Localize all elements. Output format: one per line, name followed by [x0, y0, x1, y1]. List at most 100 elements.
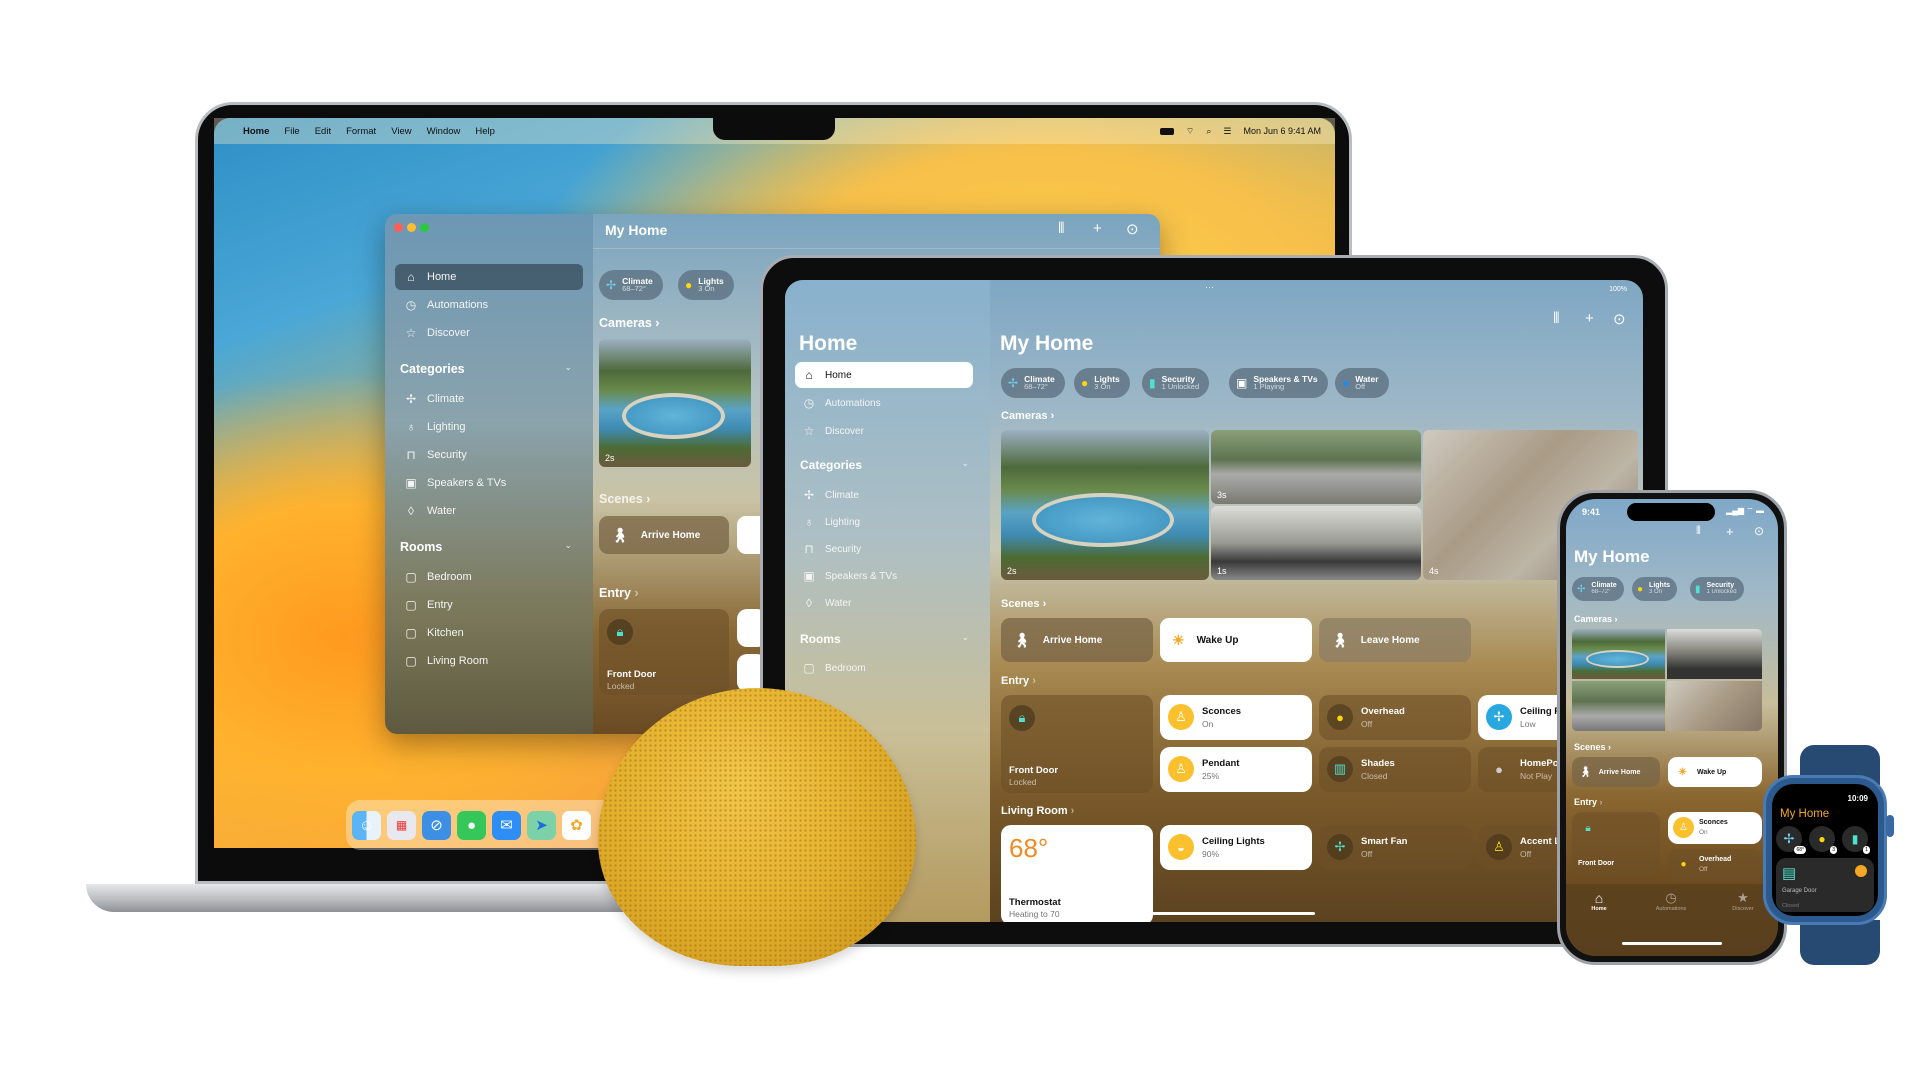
menu-view[interactable]: View: [391, 126, 411, 137]
categories-header[interactable]: Categories ⌄: [800, 458, 975, 472]
sidebar-item-home[interactable]: ⌂ Home: [795, 362, 973, 388]
status-pill-speakers[interactable]: ▣ Speakers & TVs 1 Playing: [1229, 368, 1328, 398]
menu-format[interactable]: Format: [346, 126, 376, 137]
sidebar-item-security[interactable]: ⊓ Security: [395, 442, 583, 468]
scene-arrive-home[interactable]: 🚶︎ Arrive Home: [1001, 618, 1153, 662]
tile-front-door[interactable]: 🔒︎ Front Door Locked: [1001, 695, 1153, 793]
minimize-window-button[interactable]: [407, 223, 416, 232]
multitask-dots[interactable]: ···: [1205, 282, 1214, 292]
tile-ceiling-lights[interactable]: ◒ Ceiling Lights 90%: [1160, 825, 1312, 870]
launchpad-icon[interactable]: ▦: [387, 810, 416, 840]
battery-icon[interactable]: [1159, 127, 1174, 135]
menubar-clock[interactable]: Mon Jun 6 9:41 AM: [1243, 126, 1321, 136]
add-icon[interactable]: +: [1726, 524, 1734, 539]
status-pill-climate[interactable]: ✢ Climate 68–72°: [599, 270, 663, 300]
entry-header[interactable]: Entry ›: [1001, 675, 1036, 687]
sidebar-item-automations[interactable]: ◷ Automations: [795, 390, 973, 416]
sidebar-item-climate[interactable]: ✢ Climate: [395, 386, 583, 412]
search-icon[interactable]: ⌕: [1206, 126, 1211, 137]
sidebar-item-speakers[interactable]: ▣ Speakers & TVs: [395, 470, 583, 496]
tile-overhead[interactable]: ● Overhead Off: [1319, 695, 1471, 740]
tab-discover[interactable]: ★ Discover: [1726, 890, 1760, 912]
mail-icon[interactable]: ✉: [492, 810, 521, 840]
wifi-icon[interactable]: ⌔: [1186, 126, 1194, 137]
messages-icon[interactable]: ●: [457, 810, 486, 840]
cameras-header[interactable]: Cameras ›: [1001, 410, 1054, 422]
intercom-icon[interactable]: ⦀: [1696, 525, 1701, 538]
entry-header[interactable]: Entry ›: [599, 586, 639, 600]
scenes-header[interactable]: Scenes ›: [1001, 598, 1046, 610]
scenes-header[interactable]: Scenes ›: [1574, 742, 1611, 752]
camera-feed-pool[interactable]: 2s: [1001, 430, 1209, 580]
scene-arrive-home[interactable]: 🚶︎ Arrive Home: [1572, 757, 1660, 787]
sidebar-item-speakers[interactable]: ▣ Speakers & TVs: [795, 563, 973, 589]
sidebar-item-water[interactable]: ◊ Water: [395, 498, 583, 524]
status-pill-climate[interactable]: ✢ Climate 68–72°: [1572, 577, 1624, 601]
camera-feed-driveway[interactable]: 3s: [1211, 430, 1421, 504]
status-pill-lights[interactable]: ● Lights 3 On: [1074, 368, 1130, 398]
camera-feed-garage[interactable]: 1s: [1211, 506, 1421, 580]
camera-feed-driveway[interactable]: [1572, 681, 1665, 731]
camera-feed-living-room[interactable]: [1667, 681, 1762, 731]
sidebar-item-home[interactable]: ⌂ Home: [395, 264, 583, 290]
sidebar-item-bedroom[interactable]: ▢ Bedroom: [395, 564, 583, 590]
safari-icon[interactable]: ⊘: [422, 810, 451, 840]
zoom-window-button[interactable]: [420, 223, 429, 232]
tile-front-door[interactable]: 🔒︎ Front Door Locked: [599, 609, 729, 695]
control-center-icon[interactable]: ☰: [1223, 126, 1231, 137]
home-indicator[interactable]: [1150, 912, 1315, 915]
add-icon[interactable]: +: [1585, 310, 1594, 327]
tile-sconces[interactable]: ♙ Sconces On: [1160, 695, 1312, 740]
menu-file[interactable]: File: [284, 126, 299, 137]
sidebar-item-security[interactable]: ⊓ Security: [795, 536, 973, 562]
more-icon[interactable]: ⊙: [1754, 524, 1764, 538]
sidebar-item-lighting[interactable]: ♁ Lighting: [395, 414, 583, 440]
digital-crown[interactable]: [1886, 815, 1894, 837]
finder-icon[interactable]: ☺: [352, 810, 381, 840]
sidebar-item-discover[interactable]: ☆ Discover: [395, 320, 583, 346]
watch-lights-button[interactable]: ● 3: [1809, 826, 1837, 854]
sidebar-item-entry[interactable]: ▢ Entry: [395, 592, 583, 618]
sidebar-item-automations[interactable]: ◷ Automations: [395, 292, 583, 318]
scene-wake-up[interactable]: ☀ Wake Up: [1668, 757, 1762, 787]
cameras-header[interactable]: Cameras ›: [1574, 614, 1618, 624]
sidebar-item-discover[interactable]: ☆ Discover: [795, 418, 973, 444]
tile-thermostat[interactable]: 68° Thermostat Heating to 70: [1001, 825, 1153, 922]
status-pill-security[interactable]: ▮ Security 1 Unlocked: [1690, 577, 1744, 601]
camera-feed-pool[interactable]: 2s: [599, 339, 751, 467]
status-pill-lights[interactable]: ● Lights 3 On: [1632, 577, 1678, 601]
categories-header[interactable]: Categories ⌄: [400, 362, 580, 376]
status-pill-water[interactable]: ● Water Off: [1335, 368, 1389, 398]
photos-icon[interactable]: ✿: [562, 810, 591, 840]
menu-edit[interactable]: Edit: [315, 126, 331, 137]
tile-smart-fan[interactable]: ✢ Smart Fan Off: [1319, 825, 1471, 870]
rooms-header[interactable]: Rooms ⌄: [400, 540, 580, 554]
tile-overhead[interactable]: ● Overhead Off: [1668, 849, 1762, 881]
tile-shades[interactable]: ▥ Shades Closed: [1319, 747, 1471, 792]
more-icon[interactable]: ⊙: [1126, 220, 1139, 238]
watch-climate-button[interactable]: ✢ 68°: [1776, 826, 1806, 854]
scene-wake-up[interactable]: ☀ Wake Up: [1160, 618, 1312, 662]
tile-front-door[interactable]: 🔒︎ Front Door: [1572, 812, 1660, 876]
menu-window[interactable]: Window: [427, 126, 461, 137]
more-icon[interactable]: ⊙: [1613, 310, 1626, 328]
status-pill-lights[interactable]: ● Lights 3 On: [678, 270, 734, 300]
intercom-icon[interactable]: ⦀: [1058, 220, 1065, 237]
sidebar-item-bedroom[interactable]: ▢ Bedroom: [795, 655, 973, 681]
camera-feed-pool[interactable]: [1572, 629, 1665, 679]
sidebar-item-living-room[interactable]: ▢ Living Room: [395, 648, 583, 674]
sidebar-item-lighting[interactable]: ♁ Lighting: [795, 509, 973, 535]
scene-arrive-home[interactable]: 🚶︎ Arrive Home: [599, 516, 729, 554]
maps-icon[interactable]: ➤: [527, 810, 556, 840]
entry-header[interactable]: Entry ›: [1574, 797, 1603, 807]
tile-pendant[interactable]: ♙ Pendant 25%: [1160, 747, 1312, 792]
cameras-header[interactable]: Cameras ›: [599, 316, 659, 330]
menu-home[interactable]: Home: [243, 126, 269, 137]
watch-security-button[interactable]: ▮ 1: [1842, 826, 1870, 854]
sidebar-item-kitchen[interactable]: ▢ Kitchen: [395, 620, 583, 646]
home-indicator[interactable]: [1622, 942, 1722, 945]
scenes-header[interactable]: Scenes ›: [599, 492, 650, 506]
tab-automations[interactable]: ◷ Automations: [1651, 890, 1691, 912]
status-pill-climate[interactable]: ✢ Climate 68–72°: [1001, 368, 1065, 398]
rooms-header[interactable]: Rooms ⌄: [800, 632, 975, 646]
